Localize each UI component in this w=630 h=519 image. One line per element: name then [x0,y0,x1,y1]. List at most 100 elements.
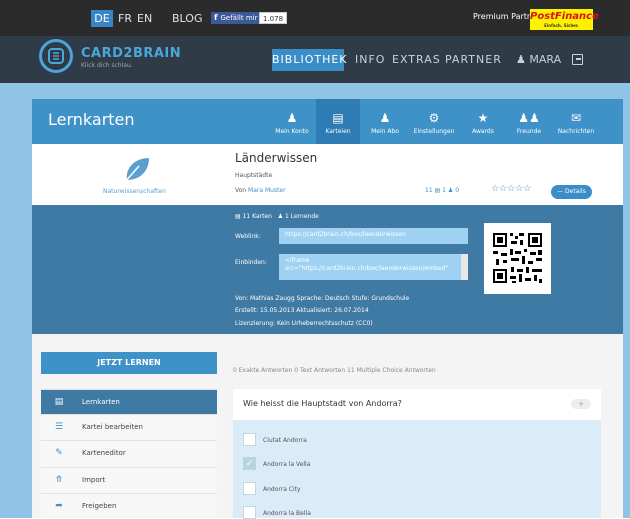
tab-karteien[interactable]: ▤ Karteien [316,99,360,144]
answers-summary: 0 Exakte Antworten 0 Text Antworten 11 M… [233,367,436,374]
meta-dates: Erstellt: 15.05.2013 Aktualisiert: 26.07… [235,307,369,314]
tab-mein-konto[interactable]: ♟ Mein Konto [270,99,314,144]
speech-bubble-icon: ✉ [570,111,582,125]
learners-count: 1 [442,187,446,194]
person-icon: ♟ [277,213,284,220]
postfinance-tagline: Einfach. Sicher. [544,23,579,28]
share-icon: ➦ [55,501,63,511]
list-icon: ☰ [54,422,64,432]
user-icon: ♟ [516,53,526,66]
meta-author-lang-level: Von: Mathias Zaugg Sprache: Deutsch Stuf… [235,295,410,302]
nav-info[interactable]: INFO [355,49,385,71]
embed-learners: 1 Lernende [285,213,319,220]
user-menu[interactable]: ♟ MARA [516,49,561,71]
brand-name[interactable]: CARD2BRAIN [81,46,181,61]
expand-button[interactable]: + [571,399,591,409]
box-title: Länderwissen [235,151,318,165]
rating-count: 0 [455,187,460,194]
blog-link[interactable]: BLOG [172,10,202,27]
tab-awards[interactable]: ★ Awards [461,99,505,144]
weblink-label: Weblink: [235,233,261,240]
trophy-icon: ★ [477,111,489,125]
nav-bibliothek[interactable]: BIBLIOTHEK [272,49,347,71]
postfinance-name: PostFinance [530,11,599,22]
facebook-icon: f [214,13,218,22]
tab-label: Mein Abo [371,128,399,135]
option-label[interactable]: Andorra City [263,486,301,493]
embed-code-field[interactable]: <iframe src="https://card2brain.ch/box/la… [279,254,468,280]
tab-label: Awards [472,128,494,135]
card-stack-icon: ▤ [332,111,344,125]
box-subtitle: Hauptstädte [235,172,273,179]
option-checkbox[interactable] [243,506,256,519]
tab-label: Nachrichten [557,128,595,135]
lang-de-link[interactable]: DE [91,10,113,27]
sidebar-item-karteneditor[interactable]: ✎ Karteneditor [41,440,217,465]
sidebar-item-label: Import [82,476,106,484]
user-name: MARA [529,53,562,66]
option-checkbox[interactable] [243,482,256,495]
nav-extras[interactable]: EXTRAS [392,49,441,71]
tab-nachrichten[interactable]: ✉ Nachrichten [553,99,599,144]
tab-label: Einstellungen [413,128,455,135]
option-label[interactable]: Ciutat Andorra [263,437,307,444]
facebook-like-button[interactable]: f Gefällt mir [211,12,261,24]
sidebar-item-kartei-bearbeiten[interactable]: ☰ Kartei bearbeiten [41,414,217,439]
from-label: Von [235,187,247,194]
tab-label: Freunde [516,128,542,135]
box-stats: 11 ▤ 1 ♟ 0 [425,187,459,194]
tab-freunde[interactable]: ♟♟ Freunde [507,99,551,144]
download-icon: ⤊ [55,475,63,485]
category-link[interactable]: Naturwissenschaften [103,188,166,195]
brand-slogan: Klick dich schlau. [81,62,133,69]
embed-counts: ▤ 11 Karten ♟ 1 Lernende [235,213,319,220]
lang-en-link[interactable]: EN [137,10,152,27]
tab-mein-abo[interactable]: ♟ Mein Abo [363,99,407,144]
question-text: Wie heisst die Hauptstadt von Andorra? [243,399,402,408]
answer-options [233,420,601,518]
sidebar-item-freigeben[interactable]: ➦ Freigeben [41,493,217,518]
page-title: Lernkarten [48,110,135,129]
tab-label: Karteien [325,128,351,135]
person-icon: ♟ [447,187,454,194]
embed-line-1: <iframe [285,257,310,264]
author-link[interactable]: Mara Muster [248,187,286,194]
sidebar-item-import[interactable]: ⤊ Import [41,467,217,492]
sidebar-item-label: Kartei bearbeiten [82,423,143,431]
option-label[interactable]: Andorra la Vella [263,461,310,468]
nav-partner[interactable]: PARTNER [445,49,502,71]
fb-like-count: 1.078 [259,12,288,24]
pencil-icon: ✎ [55,448,63,458]
sidebar-item-label: Freigeben [82,502,117,510]
meta-license: Lizenzierung: Kein Urheberrechtsschutz (… [235,320,373,327]
card-stack-icon: ▤ [434,187,441,194]
embed-label: Einbinden: [235,259,267,266]
postfinance-logo[interactable]: PostFinance Einfach. Sicher. [530,9,599,30]
card-icon: ▤ [54,397,64,407]
tab-einstellungen[interactable]: ⚙ Einstellungen [411,99,457,144]
sidebar-item-label: Lernkarten [82,398,120,406]
qr-code [484,223,551,294]
sidebar-item-lernkarten[interactable]: ▤ Lernkarten [41,389,217,414]
leaf-icon [124,158,149,182]
option-checkbox[interactable] [243,433,256,446]
card-stack-icon: ▤ [235,213,241,220]
fb-like-label: Gefällt mir [220,14,258,22]
learn-now-button[interactable]: JETZT LERNEN [41,352,217,374]
gear-icon: ⚙ [428,111,440,125]
rating-stars[interactable]: ☆☆☆☆☆ [491,184,531,194]
sidebar-item-label: Karteneditor [82,449,126,457]
logout-icon[interactable] [572,54,583,65]
person-icon: ♟ [286,111,298,125]
embed-cards: 11 Karten [242,213,272,220]
weblink-field[interactable]: https://card2brain.ch/box/laenderwissen [279,228,468,244]
person-card-icon: ♟ [379,111,391,125]
embed-line-2: src="https://card2brain.ch/box/laenderwi… [285,265,449,272]
embed-scrollbar[interactable] [461,254,468,280]
brain-logo-icon[interactable] [39,39,73,73]
friends-icon: ♟♟ [518,111,540,125]
option-label[interactable]: Andorra la Bella [263,510,311,517]
lang-fr-link[interactable]: FR [118,10,132,27]
option-checkbox-checked[interactable]: ✓ [243,457,256,470]
details-button[interactable]: — Details [551,185,592,199]
